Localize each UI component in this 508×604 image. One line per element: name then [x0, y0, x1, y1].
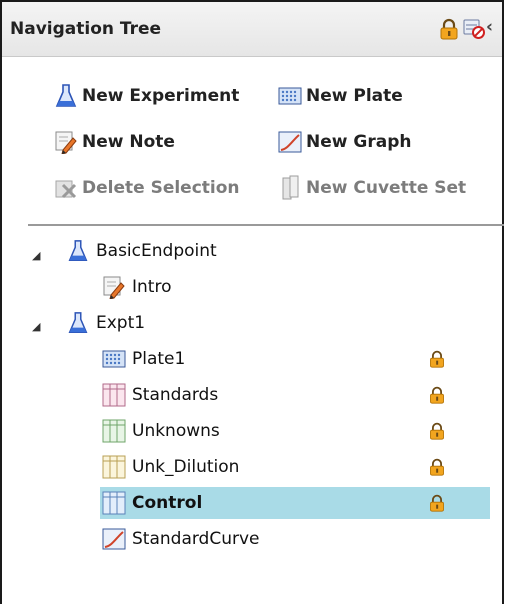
expand-triangle-icon[interactable]: ◢ — [32, 249, 40, 262]
tree-item-label: Expt1 — [96, 313, 146, 333]
tree-item-label: Control — [132, 493, 203, 513]
lock-icon[interactable] — [428, 350, 446, 372]
table-icon — [102, 383, 126, 407]
graph-icon — [102, 527, 126, 551]
tree-item-control[interactable]: Control — [102, 488, 202, 518]
new-graph-button[interactable]: New Graph — [278, 128, 411, 156]
new-plate-label: New Plate — [306, 86, 403, 106]
expand-triangle-icon[interactable]: ◢ — [32, 320, 40, 333]
note-icon — [102, 275, 126, 299]
tree-item-label: Standards — [132, 385, 219, 405]
lock-icon[interactable] — [428, 422, 446, 444]
table-icon — [102, 455, 126, 479]
tree-item-label: BasicEndpoint — [96, 241, 217, 261]
note-icon — [54, 129, 78, 155]
tree-item-label: Plate1 — [132, 349, 186, 369]
tree-item-intro[interactable]: Intro — [102, 272, 171, 302]
tree-item-unknowns[interactable]: Unknowns — [102, 416, 220, 446]
lock-icon[interactable] — [428, 458, 446, 480]
lock-icon[interactable] — [428, 494, 446, 516]
tree-item-label: Unk_Dilution — [132, 457, 240, 477]
cuvette-icon — [278, 175, 302, 201]
plate-icon — [102, 347, 126, 371]
new-graph-label: New Graph — [306, 132, 412, 152]
panel-title: Navigation Tree — [10, 19, 162, 39]
tree-item-basicendpoint[interactable]: BasicEndpoint — [66, 236, 217, 266]
toolbar-divider — [28, 224, 504, 226]
new-plate-button[interactable]: New Plate — [278, 82, 403, 110]
tree-item-standardcurve[interactable]: StandardCurve — [102, 524, 260, 554]
flask-icon — [66, 311, 90, 335]
tree-item-standards[interactable]: Standards — [102, 380, 218, 410]
new-note-label: New Note — [82, 132, 175, 152]
new-experiment-button[interactable]: New Experiment — [54, 82, 239, 110]
lock-icon[interactable] — [438, 18, 460, 44]
plate-icon — [278, 83, 302, 109]
new-note-button[interactable]: New Note — [54, 128, 175, 156]
new-cuvette-set-button[interactable]: New Cuvette Set — [278, 174, 466, 202]
flask-icon — [66, 239, 90, 263]
flask-icon — [54, 83, 78, 109]
tree-item-label: Intro — [132, 277, 172, 297]
panel-header: Navigation Tree ‹ — [2, 2, 502, 57]
delete-selection-label: Delete Selection — [82, 178, 240, 198]
tree-item-label: StandardCurve — [132, 529, 260, 549]
tree-item-expt1[interactable]: Expt1 — [66, 308, 145, 338]
no-lock-icon[interactable] — [462, 16, 486, 44]
new-cuvette-set-label: New Cuvette Set — [306, 178, 467, 198]
tree-item-label: Unknowns — [132, 421, 220, 441]
graph-icon — [278, 129, 302, 155]
tree-item-plate1[interactable]: Plate1 — [102, 344, 185, 374]
new-experiment-label: New Experiment — [82, 86, 240, 106]
delete-selection-button[interactable]: Delete Selection — [54, 174, 240, 202]
tree-item-unk-dilution[interactable]: Unk_Dilution — [102, 452, 239, 482]
navigation-tree-panel: Navigation Tree ‹ New Experiment New Pla… — [0, 0, 504, 604]
delete-icon — [54, 175, 78, 201]
table-icon — [102, 491, 126, 515]
lock-icon[interactable] — [428, 386, 446, 408]
table-icon — [102, 419, 126, 443]
collapse-panel-button[interactable]: ‹ — [486, 17, 493, 37]
